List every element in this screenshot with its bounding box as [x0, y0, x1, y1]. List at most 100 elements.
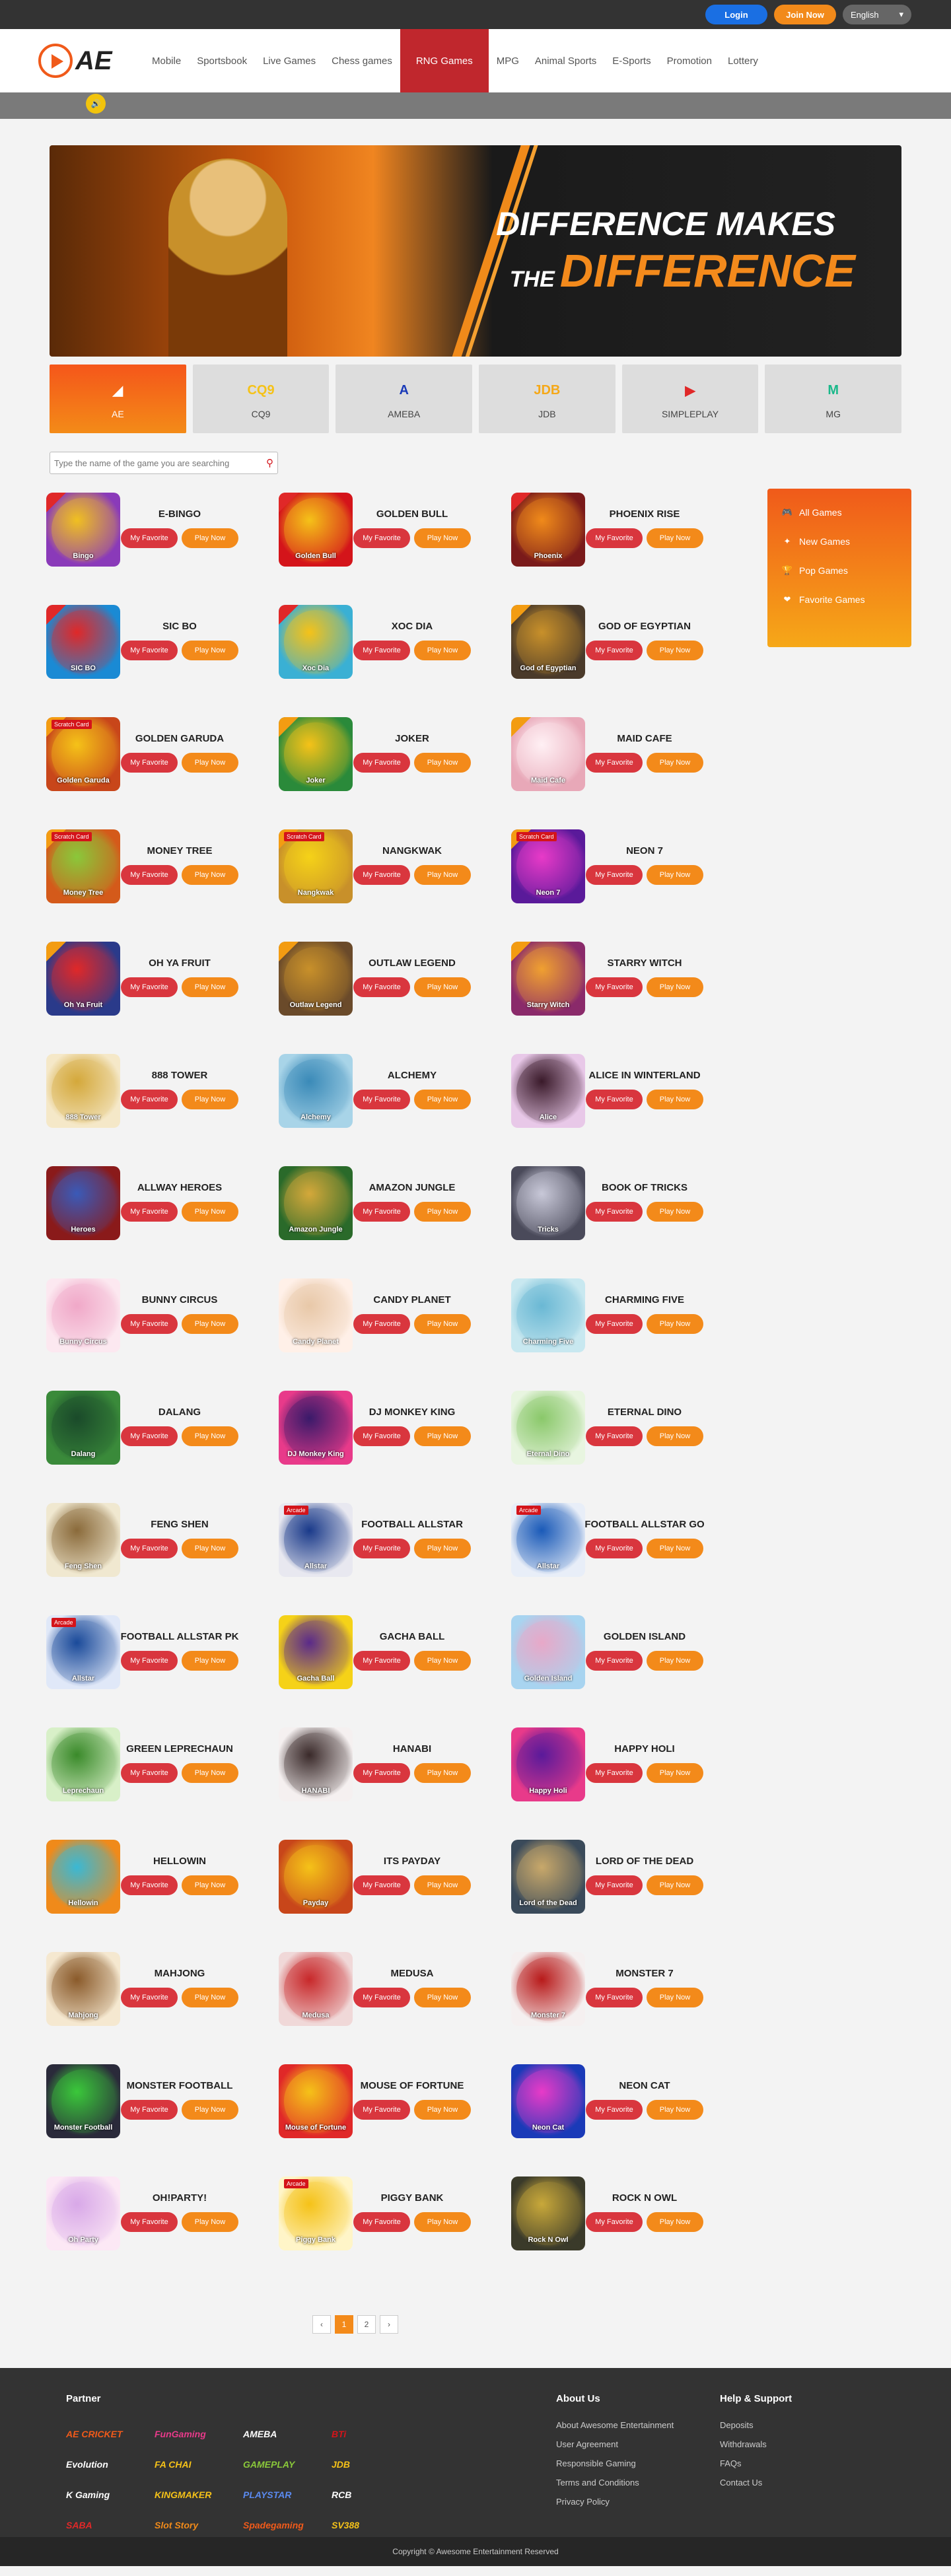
- game-thumbnail[interactable]: Dalang: [46, 1391, 120, 1465]
- partner-logo[interactable]: SV388: [332, 2516, 404, 2534]
- game-thumbnail[interactable]: Gacha Ball: [279, 1615, 353, 1689]
- play-now-button[interactable]: Play Now: [182, 2100, 238, 2120]
- partner-logo[interactable]: K Gaming: [66, 2486, 139, 2504]
- my-favorite-button[interactable]: My Favorite: [121, 1875, 178, 1895]
- game-thumbnail[interactable]: Mahjong: [46, 1952, 120, 2026]
- play-now-button[interactable]: Play Now: [414, 865, 471, 885]
- game-thumbnail[interactable]: Allstar Arcade: [279, 1503, 353, 1577]
- footer-link[interactable]: Responsible Gaming: [556, 2458, 674, 2468]
- nav-item-chess-games[interactable]: Chess games: [324, 29, 400, 92]
- play-now-button[interactable]: Play Now: [414, 1651, 471, 1671]
- partner-logo[interactable]: GAMEPLAY: [243, 2455, 316, 2474]
- my-favorite-button[interactable]: My Favorite: [586, 1988, 643, 2007]
- game-thumbnail[interactable]: Starry Witch: [511, 942, 585, 1016]
- nav-item-live-games[interactable]: Live Games: [255, 29, 324, 92]
- play-now-button[interactable]: Play Now: [647, 1651, 703, 1671]
- my-favorite-button[interactable]: My Favorite: [353, 1314, 410, 1334]
- provider-tab-cq9[interactable]: CQ9 CQ9: [192, 365, 330, 433]
- game-thumbnail[interactable]: Bunny Circus: [46, 1278, 120, 1352]
- my-favorite-button[interactable]: My Favorite: [586, 977, 643, 997]
- my-favorite-button[interactable]: My Favorite: [586, 528, 643, 548]
- search-input[interactable]: [54, 458, 266, 468]
- footer-link[interactable]: Privacy Policy: [556, 2497, 674, 2507]
- partner-logo[interactable]: KINGMAKER: [155, 2486, 227, 2504]
- game-thumbnail[interactable]: Payday: [279, 1840, 353, 1914]
- partner-logo[interactable]: AMEBA: [243, 2425, 316, 2443]
- game-thumbnail[interactable]: Mouse of Fortune: [279, 2064, 353, 2138]
- play-now-button[interactable]: Play Now: [647, 1875, 703, 1895]
- play-now-button[interactable]: Play Now: [182, 977, 238, 997]
- my-favorite-button[interactable]: My Favorite: [121, 1651, 178, 1671]
- next-page-button[interactable]: ›: [380, 2315, 398, 2334]
- play-now-button[interactable]: Play Now: [647, 1988, 703, 2007]
- game-thumbnail[interactable]: Golden Garuda Scratch Card: [46, 717, 120, 791]
- play-now-button[interactable]: Play Now: [182, 1314, 238, 1334]
- game-thumbnail[interactable]: 888 Tower: [46, 1054, 120, 1128]
- game-thumbnail[interactable]: God of Egyptian: [511, 605, 585, 679]
- partner-logo[interactable]: Evolution: [66, 2455, 139, 2474]
- play-now-button[interactable]: Play Now: [647, 1763, 703, 1783]
- my-favorite-button[interactable]: My Favorite: [121, 1202, 178, 1222]
- play-now-button[interactable]: Play Now: [647, 753, 703, 773]
- nav-item-mpg[interactable]: MPG: [489, 29, 527, 92]
- join-now-button[interactable]: Join Now: [774, 5, 836, 24]
- language-select[interactable]: English ▾: [843, 5, 911, 24]
- my-favorite-button[interactable]: My Favorite: [353, 977, 410, 997]
- provider-tab-jdb[interactable]: JDB JDB: [479, 365, 616, 433]
- play-now-button[interactable]: Play Now: [414, 2100, 471, 2120]
- my-favorite-button[interactable]: My Favorite: [121, 1090, 178, 1109]
- my-favorite-button[interactable]: My Favorite: [353, 2100, 410, 2120]
- provider-tab-mg[interactable]: M MG: [765, 365, 902, 433]
- provider-tab-ae[interactable]: ◢ AE: [50, 365, 186, 433]
- play-now-button[interactable]: Play Now: [182, 2212, 238, 2232]
- game-thumbnail[interactable]: Neon 7 Scratch Card: [511, 829, 585, 903]
- my-favorite-button[interactable]: My Favorite: [121, 977, 178, 997]
- my-favorite-button[interactable]: My Favorite: [121, 1988, 178, 2007]
- nav-item-rng-games[interactable]: RNG Games: [400, 29, 489, 92]
- my-favorite-button[interactable]: My Favorite: [353, 753, 410, 773]
- my-favorite-button[interactable]: My Favorite: [586, 865, 643, 885]
- game-search[interactable]: ⚲: [50, 452, 278, 474]
- game-thumbnail[interactable]: DJ Monkey King: [279, 1391, 353, 1465]
- play-now-button[interactable]: Play Now: [647, 977, 703, 997]
- game-thumbnail[interactable]: Monster Football: [46, 2064, 120, 2138]
- game-thumbnail[interactable]: Money Tree Scratch Card: [46, 829, 120, 903]
- game-thumbnail[interactable]: Happy Holi: [511, 1727, 585, 1801]
- play-now-button[interactable]: Play Now: [182, 753, 238, 773]
- logo[interactable]: AE: [38, 44, 144, 78]
- play-now-button[interactable]: Play Now: [182, 1202, 238, 1222]
- partner-logo[interactable]: RCB: [332, 2486, 404, 2504]
- nav-item-mobile[interactable]: Mobile: [144, 29, 189, 92]
- game-thumbnail[interactable]: Golden Bull: [279, 493, 353, 567]
- play-now-button[interactable]: Play Now: [414, 528, 471, 548]
- play-now-button[interactable]: Play Now: [182, 641, 238, 660]
- nav-item-promotion[interactable]: Promotion: [659, 29, 720, 92]
- my-favorite-button[interactable]: My Favorite: [586, 1763, 643, 1783]
- play-now-button[interactable]: Play Now: [182, 1539, 238, 1558]
- partner-logo[interactable]: PLAYSTAR: [243, 2486, 316, 2504]
- game-thumbnail[interactable]: Leprechaun: [46, 1727, 120, 1801]
- play-now-button[interactable]: Play Now: [647, 528, 703, 548]
- my-favorite-button[interactable]: My Favorite: [353, 1426, 410, 1446]
- sidebar-item-new-games[interactable]: ✦ New Games: [782, 536, 897, 547]
- my-favorite-button[interactable]: My Favorite: [353, 528, 410, 548]
- game-thumbnail[interactable]: Oh Ya Fruit: [46, 942, 120, 1016]
- my-favorite-button[interactable]: My Favorite: [353, 1090, 410, 1109]
- speaker-icon[interactable]: 🔊: [86, 94, 106, 114]
- hero-banner[interactable]: DIFFERENCE MAKES THE DIFFERENCE: [50, 145, 901, 357]
- game-thumbnail[interactable]: Oh Party: [46, 2176, 120, 2250]
- prev-page-button[interactable]: ‹: [312, 2315, 331, 2334]
- my-favorite-button[interactable]: My Favorite: [121, 1763, 178, 1783]
- play-now-button[interactable]: Play Now: [647, 1202, 703, 1222]
- partner-logo[interactable]: Slot Story: [155, 2516, 227, 2534]
- partner-logo[interactable]: BTi: [332, 2425, 404, 2443]
- login-button[interactable]: Login: [705, 5, 767, 24]
- game-thumbnail[interactable]: Piggy Bank Arcade: [279, 2176, 353, 2250]
- my-favorite-button[interactable]: My Favorite: [353, 1763, 410, 1783]
- page-1-button[interactable]: 1: [335, 2315, 353, 2334]
- partner-logo[interactable]: SABA: [66, 2516, 139, 2534]
- footer-link[interactable]: Terms and Conditions: [556, 2478, 674, 2488]
- game-thumbnail[interactable]: Alice: [511, 1054, 585, 1128]
- footer-link[interactable]: Deposits: [720, 2420, 792, 2430]
- play-now-button[interactable]: Play Now: [182, 1763, 238, 1783]
